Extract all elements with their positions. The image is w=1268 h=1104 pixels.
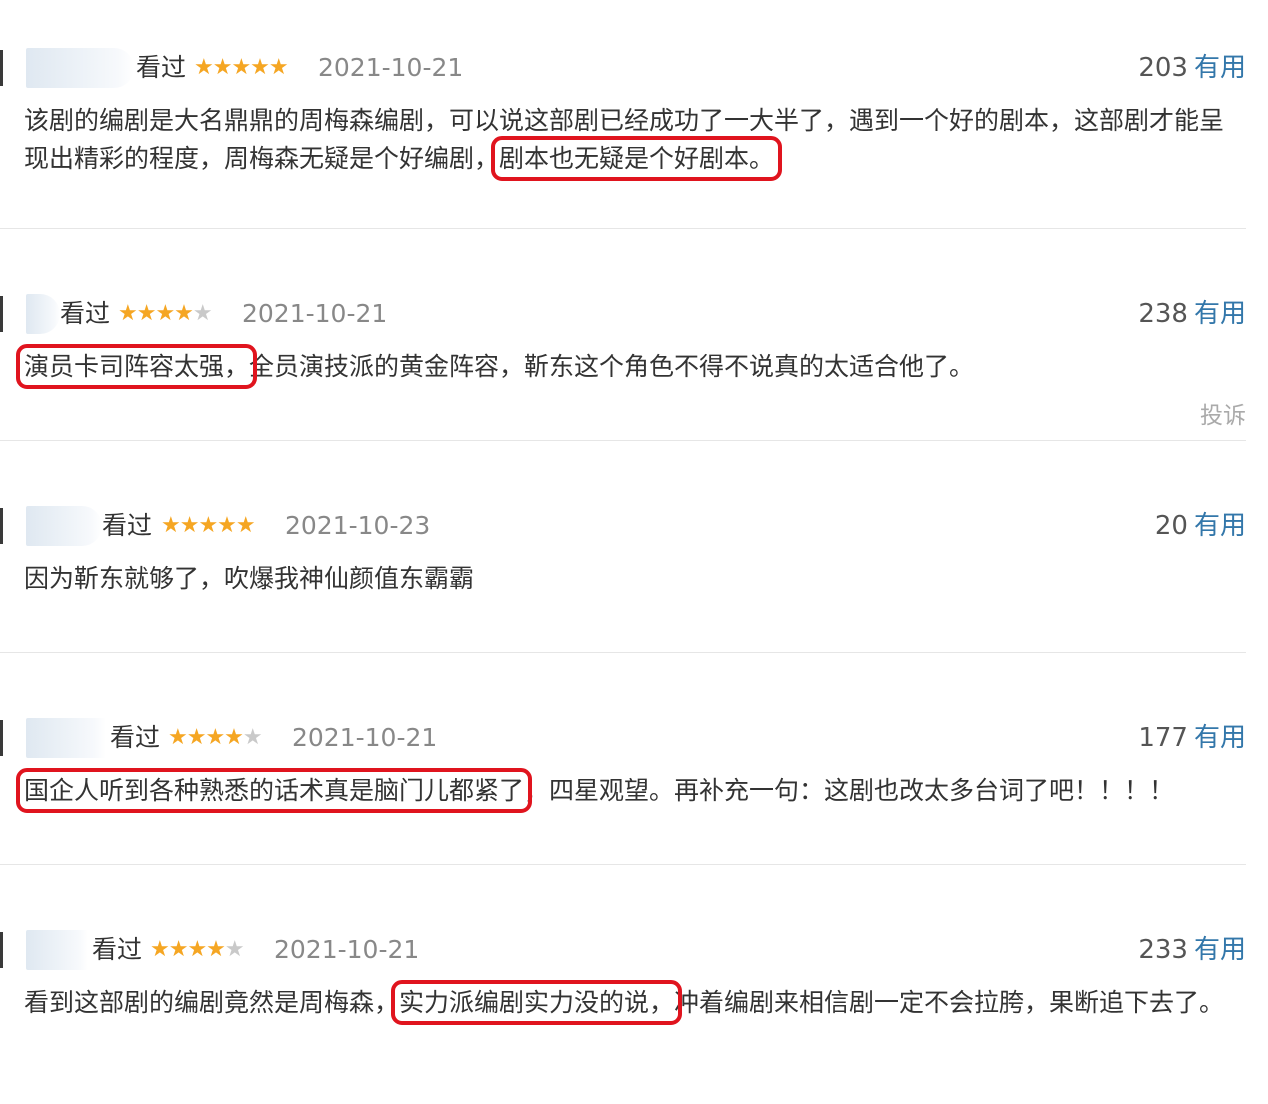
useful-votes[interactable]: 20 有用 [1155, 512, 1246, 540]
useful-button[interactable]: 有用 [1194, 299, 1246, 329]
left-marker [0, 50, 3, 86]
review-text: 国企人听到各种熟悉的话术真是脑门儿都紧了，四星观望。再补充一句：这剧也改太多台词… [15, 768, 1248, 813]
avatar[interactable] [26, 506, 102, 546]
useful-votes[interactable]: 177 有用 [1138, 724, 1246, 752]
useful-button[interactable]: 有用 [1194, 511, 1246, 541]
review-header: 看过 ★★★★★ 2021-10-21 177 有用 [0, 718, 1268, 758]
review-text: 因为靳东就够了，吹爆我神仙颜值东霸霸 [24, 560, 1248, 598]
useful-button[interactable]: 有用 [1194, 935, 1246, 965]
watched-status: 看过 [110, 723, 161, 752]
vote-count: 238 [1138, 299, 1188, 329]
review-text-part: 因为靳东就够了，吹爆我神仙颜值东霸霸 [24, 564, 475, 593]
useful-votes[interactable]: 203 有用 [1138, 54, 1246, 82]
vote-count: 177 [1138, 723, 1188, 753]
review-text: 该剧的编剧是大名鼎鼎的周梅森编剧，可以说这部剧已经成功了一大半了，遇到一个好的剧… [24, 102, 1248, 181]
divider [0, 228, 1246, 229]
divider [0, 864, 1246, 865]
star-icon: ★★★★ [118, 301, 194, 326]
divider [0, 440, 1246, 441]
star-empty-icon: ★ [242, 725, 263, 750]
review-text: 演员卡司阵容太强，全员演技派的黄金阵容，靳东这个角色不得不说真的太适合他了。 [15, 344, 1248, 389]
star-empty-icon: ★ [192, 301, 213, 326]
avatar[interactable] [26, 294, 60, 334]
highlighted-text: 国企人听到各种熟悉的话术真是脑门儿都紧了 [15, 768, 533, 813]
rating-stars: ★★★★★ [118, 299, 213, 329]
rating-stars: ★★★★★ [150, 935, 245, 965]
review-date: 2021-10-21 [274, 935, 420, 964]
review-date: 2021-10-21 [242, 299, 388, 328]
vote-count: 203 [1138, 53, 1188, 83]
avatar[interactable] [26, 48, 134, 88]
review-header: 看过 ★★★★★ 2021-10-21 203 有用 [0, 48, 1268, 88]
watched-status: 看过 [92, 935, 143, 964]
avatar[interactable] [26, 930, 88, 970]
report-link[interactable]: 投诉 [1200, 396, 1246, 430]
review-date: 2021-10-21 [318, 53, 464, 82]
watched-status: 看过 [60, 299, 111, 328]
vote-count: 20 [1154, 511, 1188, 541]
star-icon: ★★★★★ [194, 55, 289, 80]
vote-count: 233 [1138, 935, 1188, 965]
left-marker [0, 508, 3, 544]
left-marker [0, 932, 3, 968]
useful-votes[interactable]: 238 有用 [1138, 300, 1246, 328]
review-header: 看过 ★★★★★ 2021-10-21 233 有用 [0, 930, 1268, 970]
left-marker [0, 720, 3, 756]
review-text-part: 全员演技派的黄金阵容，靳东这个角色不得不说真的太适合他了。 [249, 352, 975, 381]
review-header: 看过 ★★★★★ 2021-10-23 20 有用 [0, 506, 1268, 546]
rating-stars: ★★★★★ [161, 511, 256, 541]
divider [0, 652, 1246, 653]
rating-stars: ★★★★★ [194, 53, 289, 83]
star-icon: ★★★★ [168, 725, 244, 750]
rating-stars: ★★★★★ [168, 723, 263, 753]
highlighted-text: 演员卡司阵容太强， [15, 344, 258, 389]
star-icon: ★★★★★ [161, 513, 256, 538]
star-empty-icon: ★ [224, 937, 245, 962]
useful-button[interactable]: 有用 [1194, 723, 1246, 753]
watched-status: 看过 [136, 53, 187, 82]
review-text-part: 冲着编剧来相信剧一定不会拉胯，果断追下去了。 [674, 988, 1225, 1017]
review-date: 2021-10-23 [285, 511, 431, 540]
highlighted-text: 实力派编剧实力没的说， [391, 980, 683, 1025]
watched-status: 看过 [102, 511, 153, 540]
avatar[interactable] [26, 718, 106, 758]
useful-button[interactable]: 有用 [1194, 53, 1246, 83]
review-text: 看到这部剧的编剧竟然是周梅森，实力派编剧实力没的说，冲着编剧来相信剧一定不会拉胯… [24, 980, 1248, 1025]
highlighted-text: 剧本也无疑是个好剧本。 [491, 136, 783, 181]
star-icon: ★★★★ [150, 937, 226, 962]
left-marker [0, 296, 3, 332]
review-text-part: ，四星观望。再补充一句：这剧也改太多台词了吧！！！！ [524, 776, 1175, 805]
review-date: 2021-10-21 [292, 723, 438, 752]
review-header: 看过 ★★★★★ 2021-10-21 238 有用 [0, 294, 1268, 334]
review-text-part: 看到这部剧的编剧竟然是周梅森， [24, 988, 400, 1017]
useful-votes[interactable]: 233 有用 [1138, 936, 1246, 964]
